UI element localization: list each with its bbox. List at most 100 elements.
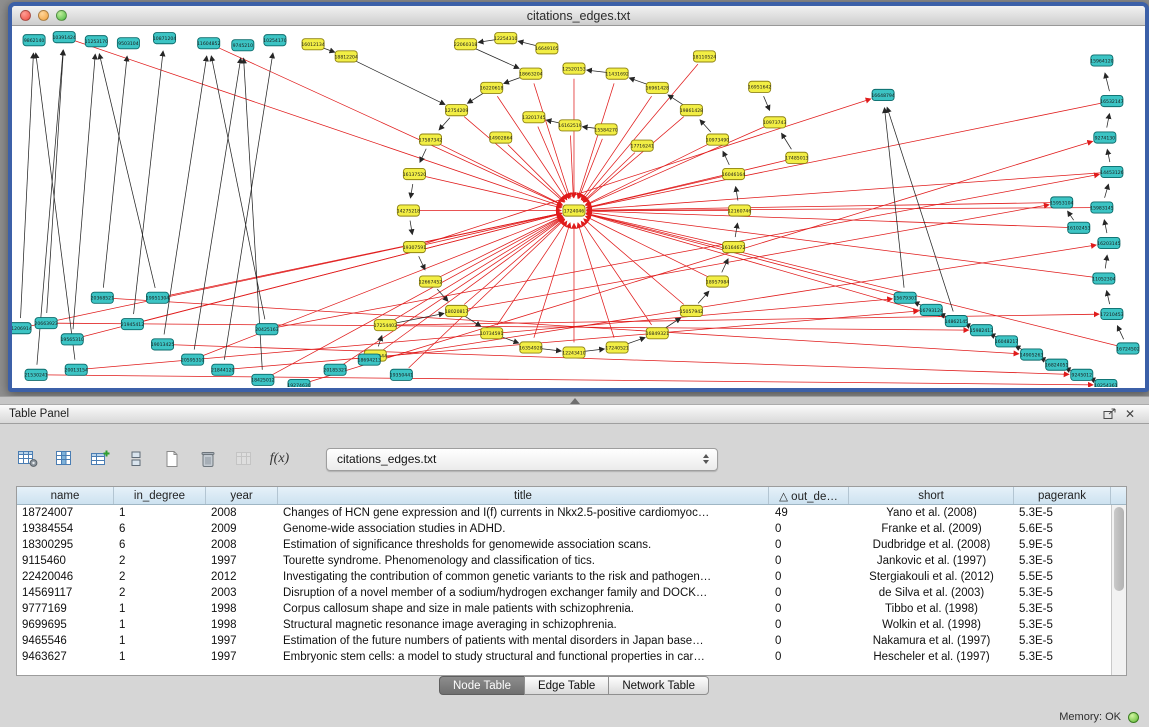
graph-node[interactable]: 17240521 [605, 342, 628, 353]
table-row[interactable]: 2242004622012Investigating the contribut… [17, 569, 1126, 585]
graph-node[interactable]: 10973743 [763, 117, 786, 128]
graph-node[interactable]: 19013425 [151, 339, 174, 350]
column-header-short[interactable]: short [849, 487, 1014, 504]
graph-node[interactable]: 12754209 [445, 105, 468, 116]
graph-node[interactable]: 18694213 [358, 354, 381, 365]
table-row[interactable]: 1872400712008Changes of HCN gene express… [17, 505, 1126, 521]
graph-node[interactable]: 16648794 [871, 89, 894, 100]
column-header-title[interactable]: title [278, 487, 769, 504]
table-row[interactable]: 1456911722003Disruption of a novel membe… [17, 585, 1126, 601]
graph-node[interactable]: 10973490 [706, 134, 729, 145]
close-window-button[interactable] [20, 10, 31, 21]
network-canvas[interactable]: 1724046125201531143169216961428198614281… [12, 26, 1145, 387]
float-panel-button[interactable] [1100, 406, 1120, 422]
graph-node[interactable]: 17254402 [374, 320, 397, 331]
graph-node[interactable]: 12254310 [494, 33, 517, 44]
graph-node[interactable]: 16724502 [1116, 343, 1139, 354]
graph-node[interactable]: 15679301 [893, 292, 916, 303]
graph-node[interactable]: 20663923 [34, 318, 57, 329]
show-columns-button[interactable] [50, 446, 77, 473]
graph-node[interactable]: 12160746 [728, 205, 751, 216]
graph-node[interactable]: 16354928 [519, 342, 542, 353]
graph-node[interactable]: 14862145 [945, 316, 968, 327]
graph-node[interactable]: 20425163 [255, 324, 278, 335]
graph-node[interactable]: 16961428 [646, 82, 669, 93]
table-row[interactable]: 946554611997Estimation of the future num… [17, 633, 1126, 649]
graph-node[interactable]: 15057942 [680, 305, 703, 316]
graph-node[interactable]: 15953104 [1050, 197, 1073, 208]
column-header-out_degree[interactable]: △ out_de… [769, 487, 849, 504]
graph-node[interactable]: 19274630 [287, 379, 310, 387]
graph-node[interactable]: 10254170 [263, 35, 286, 46]
graph-node[interactable]: 19307591 [403, 241, 426, 252]
tab-network-table[interactable]: Network Table [608, 676, 709, 695]
graph-node[interactable]: 12667452 [419, 276, 442, 287]
graph-node[interactable]: 11253170 [85, 36, 108, 47]
graph-node[interactable]: 14905263 [1020, 349, 1043, 360]
graph-node[interactable]: 16220618 [480, 82, 503, 93]
graph-node[interactable]: 14275218 [397, 205, 420, 216]
column-header-year[interactable]: year [206, 487, 278, 504]
graph-node[interactable]: 15982413 [970, 325, 993, 336]
graph-node[interactable]: 22060318 [454, 39, 477, 50]
table-row[interactable]: 1830029562008Estimation of significance … [17, 537, 1126, 553]
graph-node[interactable]: 18663204 [519, 68, 542, 79]
graph-node[interactable]: 17587342 [419, 134, 442, 145]
graph-node[interactable]: 9245012 [1071, 369, 1093, 380]
graph-node[interactable]: 17485013 [785, 152, 808, 163]
column-header-name[interactable]: name [17, 487, 114, 504]
graph-node[interactable]: 16137520 [403, 168, 426, 179]
graph-node[interactable]: 18020817 [445, 305, 468, 316]
scrollbar-thumb[interactable] [1114, 507, 1124, 591]
graph-node[interactable]: 16102453 [1067, 222, 1090, 233]
close-panel-button[interactable]: ✕ [1120, 406, 1140, 422]
graph-node[interactable]: 16048217 [995, 336, 1018, 347]
graph-node[interactable]: 14902864 [489, 132, 512, 143]
graph-node[interactable]: 16793124 [920, 304, 943, 315]
graph-node[interactable]: 18812204 [334, 51, 357, 62]
create-column-button[interactable] [86, 446, 113, 473]
function-builder-button[interactable]: f(x) [266, 446, 293, 473]
graph-node[interactable]: 11052304 [1092, 273, 1115, 284]
graph-node[interactable]: 16203145 [1097, 237, 1120, 248]
graph-node[interactable]: 19565310 [61, 334, 84, 345]
tab-node-table[interactable]: Node Table [439, 676, 525, 695]
graph-node[interactable]: 18957984 [706, 276, 729, 287]
graph-node[interactable]: 16849321 [646, 328, 669, 339]
zoom-window-button[interactable] [56, 10, 67, 21]
graph-node[interactable]: 19861428 [680, 105, 703, 116]
graph-node[interactable]: 21844120 [211, 364, 234, 375]
graph-node[interactable]: 13201745 [522, 112, 545, 123]
graph-node[interactable]: 16824051 [1045, 359, 1068, 370]
graph-node[interactable]: 1724046 [563, 205, 585, 216]
graph-node[interactable]: 14453126 [1100, 166, 1123, 177]
graph-node[interactable]: 16532147 [1100, 95, 1123, 106]
graph-node[interactable]: 16951642 [748, 81, 771, 92]
panel-divider[interactable] [0, 396, 1149, 404]
graph-node[interactable]: 18425012 [251, 374, 274, 385]
graph-node[interactable]: 16649105 [535, 43, 558, 54]
window-titlebar[interactable]: citations_edges.txt [12, 6, 1145, 26]
graph-node[interactable]: 19350441 [390, 369, 413, 380]
graph-node[interactable]: 19951304 [146, 292, 169, 303]
tab-edge-table[interactable]: Edge Table [524, 676, 609, 695]
graph-node[interactable]: 21206914 [12, 323, 32, 334]
graph-node[interactable]: 11431692 [605, 68, 628, 79]
graph-node[interactable]: 21945412 [121, 319, 144, 330]
table-row[interactable]: 946362711997Embryonic stem cells: a mode… [17, 649, 1126, 665]
graph-node[interactable]: 20595310 [181, 354, 204, 365]
graph-node[interactable]: 9745210 [232, 40, 254, 51]
graph-node[interactable]: 20368521 [91, 292, 114, 303]
network-selector-dropdown[interactable]: citations_edges.txt [326, 448, 718, 471]
graph-node[interactable]: 17716241 [631, 140, 654, 151]
graph-node[interactable]: 17210453 [1100, 308, 1123, 319]
graph-node[interactable]: 10734591 [480, 328, 503, 339]
minimize-window-button[interactable] [38, 10, 49, 21]
graph-node[interactable]: 10391424 [52, 32, 75, 43]
graph-node[interactable]: 20185327 [323, 364, 346, 375]
graph-node[interactable]: 9274130 [1094, 132, 1116, 143]
graph-node[interactable]: 16046164 [722, 168, 745, 179]
column-header-in_degree[interactable]: in_degree [114, 487, 206, 504]
delete-button[interactable] [194, 446, 221, 473]
graph-node[interactable]: 12243410 [562, 347, 585, 358]
